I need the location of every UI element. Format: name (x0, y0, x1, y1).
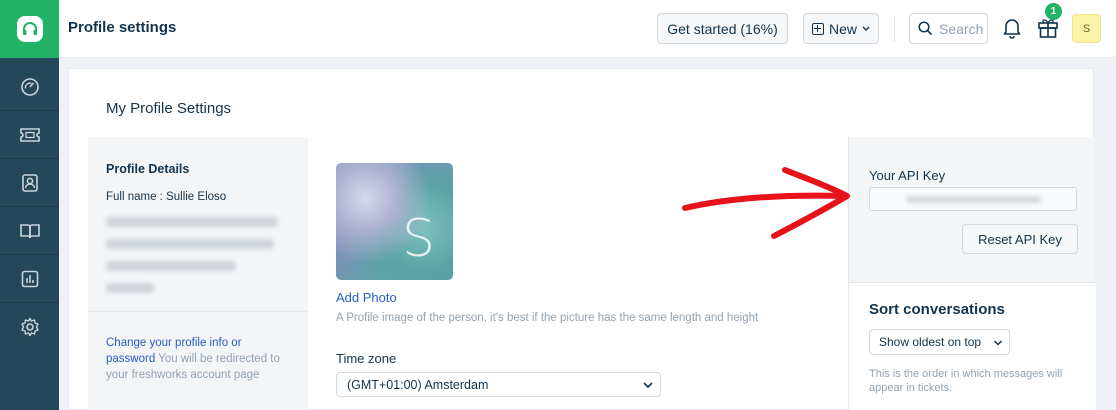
timezone-select[interactable]: (GMT+01:00) Amsterdam (336, 372, 661, 397)
top-header: Profile settings Get started (16%) New S… (59, 0, 1116, 58)
redacted-phone (106, 239, 274, 249)
profile-details-panel: Profile Details Full name : Sullie Eloso… (88, 137, 308, 410)
search-icon (918, 21, 933, 36)
reset-api-key-button[interactable]: Reset API Key (962, 224, 1078, 254)
api-key-field[interactable] (869, 187, 1077, 211)
full-name-text: Full name : Sullie Eloso (106, 191, 227, 203)
app-logo[interactable] (0, 0, 59, 58)
search-label: Search (939, 20, 984, 37)
add-photo-link[interactable]: Add Photo (336, 290, 397, 305)
profile-settings-card: My Profile Settings Profile Details Full… (68, 68, 1096, 410)
photo-hint: A Profile image of the person, it's best… (336, 312, 759, 324)
contacts-icon[interactable] (0, 159, 59, 207)
sort-order-value: Show oldest on top (879, 335, 982, 349)
user-avatar[interactable]: S (1072, 14, 1101, 43)
chevron-down-icon (993, 340, 1003, 346)
tickets-icon[interactable] (0, 111, 59, 159)
chevron-down-icon (862, 26, 870, 31)
timezone-label: Time zone (336, 351, 397, 366)
search-button[interactable]: Search (909, 13, 988, 44)
profile-details-title: Profile Details (106, 162, 190, 176)
redacted-api-key (906, 196, 1041, 203)
redacted-mobile (106, 261, 236, 271)
knowledge-base-icon[interactable] (0, 207, 59, 255)
sort-order-select[interactable]: Show oldest on top (869, 329, 1010, 355)
new-button-label: New (828, 20, 857, 37)
notification-badge: 1 (1045, 3, 1062, 20)
redacted-email (106, 217, 278, 227)
headset-icon (16, 16, 43, 42)
timezone-value: (GMT+01:00) Amsterdam (347, 377, 489, 392)
page-title: Profile settings (68, 19, 177, 36)
bell-icon[interactable] (1002, 17, 1022, 44)
get-started-button[interactable]: Get started (16%) (657, 13, 788, 44)
header-divider (894, 16, 895, 42)
photo-initial: S (402, 209, 436, 269)
sort-hint: This is the order in which messages will… (869, 368, 1063, 394)
profile-photo[interactable]: S (336, 163, 453, 280)
change-profile-text: Change your profile info or password You… (106, 335, 291, 383)
chevron-down-icon (643, 382, 653, 389)
panel-divider (88, 311, 308, 312)
dashboard-icon[interactable] (0, 63, 59, 111)
settings-icon[interactable] (0, 303, 59, 351)
api-key-title: Your API Key (869, 168, 946, 183)
sidebar (0, 0, 59, 410)
api-sort-panel: Your API Key Reset API Key Sort conversa… (848, 137, 1096, 410)
new-button[interactable]: New (803, 13, 879, 44)
card-title: My Profile Settings (106, 100, 232, 117)
annotation-arrow-icon (682, 167, 850, 239)
sort-conversations-title: Sort conversations (869, 301, 1005, 318)
redacted-field (106, 283, 154, 293)
plus-box-icon (811, 22, 824, 35)
scrollbar-track[interactable] (1103, 58, 1116, 410)
reports-icon[interactable] (0, 255, 59, 303)
